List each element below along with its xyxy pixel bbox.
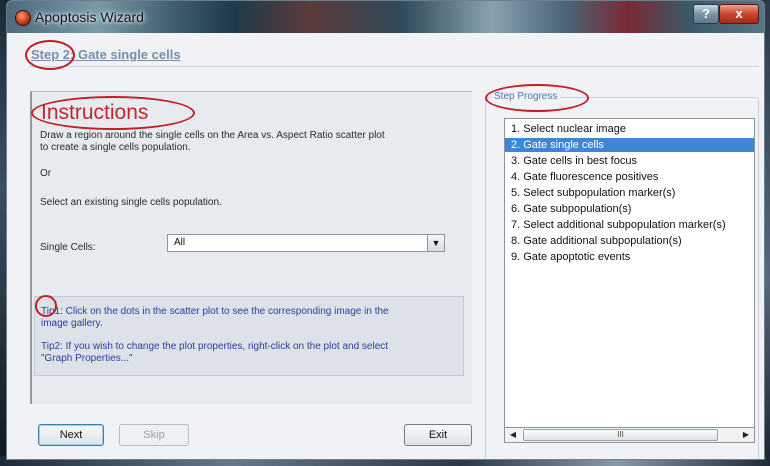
window-title: Apoptosis Wizard — [35, 9, 144, 25]
instruction-line-1: Draw a region around the single cells on… — [40, 130, 385, 141]
annotation-circle-progress — [485, 84, 589, 112]
instruction-select-existing: Select an existing single cells populati… — [40, 197, 222, 208]
annotation-circle-step — [25, 40, 75, 70]
horizontal-scrollbar[interactable]: ◀ III ▶ — [504, 427, 755, 443]
tip2-line-1: Tip2: If you wish to change the plot pro… — [41, 341, 389, 352]
step-progress-item[interactable]: 5. Select subpopulation marker(s) — [505, 186, 754, 200]
annotation-circle-instructions — [31, 96, 195, 130]
scroll-right-icon[interactable]: ▶ — [740, 428, 752, 442]
tip2-line-2: "Graph Properties..." — [41, 353, 133, 364]
instruction-or: Or — [40, 168, 52, 179]
step-progress-item[interactable]: 1. Select nuclear image — [505, 122, 754, 136]
help-button[interactable]: ? — [693, 4, 719, 24]
step-progress-item[interactable]: 7. Select additional subpopulation marke… — [505, 218, 754, 232]
tip1-line-1: Tip1: Click on the dots in the scatter p… — [41, 306, 389, 317]
step-progress-item[interactable]: 4. Gate fluorescence positives — [505, 170, 754, 184]
step-progress-item[interactable]: 2. Gate single cells — [505, 138, 754, 152]
skip-button[interactable]: Skip — [119, 424, 189, 446]
step-progress-item[interactable]: 3. Gate cells in best focus — [505, 154, 754, 168]
exit-button[interactable]: Exit — [404, 424, 472, 446]
annotation-circle-tip — [35, 295, 57, 317]
next-button[interactable]: Next — [38, 424, 104, 446]
scroll-left-icon[interactable]: ◀ — [507, 428, 519, 442]
wizard-content: Step 2: Gate single cells Instructions D… — [7, 33, 764, 459]
step-progress-item[interactable]: 8. Gate additional subpopulation(s) — [505, 234, 754, 248]
wizard-window: Apoptosis Wizard ? x Step 2: Gate single… — [6, 0, 765, 460]
step-progress-item[interactable]: 9. Gate apoptotic events — [505, 250, 754, 264]
instruction-line-2: to create a single cells population. — [40, 142, 191, 153]
step-progress-item[interactable]: 6. Gate subpopulation(s) — [505, 202, 754, 216]
single-cells-dropdown[interactable]: All ▼ — [167, 234, 445, 252]
single-cells-label: Single Cells: — [40, 242, 96, 253]
title-bar[interactable]: Apoptosis Wizard ? x — [7, 1, 764, 33]
step-progress-list[interactable]: 1. Select nuclear image 2. Gate single ce… — [504, 118, 755, 428]
tip1-line-2: image gallery. — [41, 318, 103, 329]
close-button[interactable]: x — [719, 4, 759, 24]
chevron-down-icon[interactable]: ▼ — [427, 235, 444, 251]
app-icon — [15, 10, 31, 26]
single-cells-value: All — [174, 237, 186, 248]
scroll-thumb[interactable]: III — [523, 429, 718, 441]
step-divider — [29, 66, 759, 67]
